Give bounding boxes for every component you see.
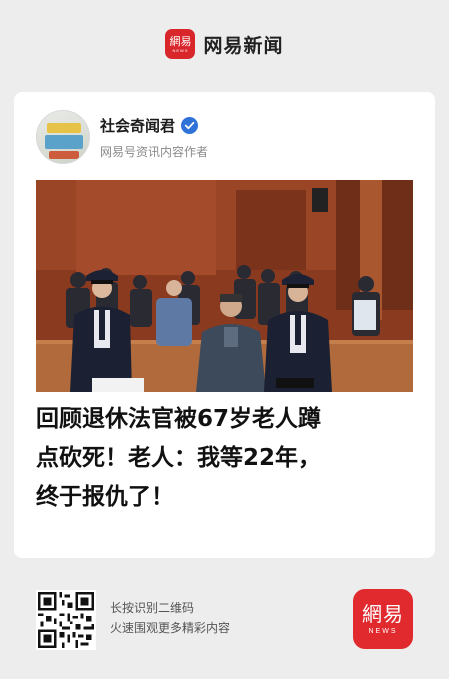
logo-sub-text: NEWS [368, 627, 398, 635]
logo-sub-text: NEWS [172, 47, 189, 53]
netease-news-logo: 網易 NEWS [165, 29, 196, 59]
author-name[interactable]: 社会奇闻君 [100, 115, 175, 136]
headline-line: 点砍死！老人：我等22年， [36, 445, 322, 471]
qr-caption-line: 长按识别二维码 [110, 601, 195, 615]
author-description: 网易号资讯内容作者 [100, 144, 209, 159]
headline-line: 终于报仇了！ [36, 484, 174, 510]
logo-text: 網易 [169, 34, 192, 48]
qr-code[interactable] [36, 590, 96, 650]
article-card[interactable]: 社会奇闻君 网易号资讯内容作者 回顾退休法官被67岁老人蹲 点砍死！老人：我等2… [14, 92, 435, 558]
logo-text: 網易 [362, 601, 404, 626]
verified-icon [181, 116, 199, 134]
qr-caption: 长按识别二维码 火速围观更多精彩内容 [110, 598, 230, 638]
app-title: 网易新闻 [203, 34, 284, 57]
article-image[interactable] [36, 180, 413, 392]
avatar[interactable] [36, 110, 90, 164]
author-meta: 社会奇闻君 网易号资讯内容作者 [100, 115, 208, 160]
brand-header: 網易 NEWS 网易新闻 [0, 24, 449, 64]
author-row[interactable]: 社会奇闻君 网易号资讯内容作者 [36, 110, 208, 164]
netease-news-app-icon[interactable]: 網易 NEWS [353, 589, 413, 649]
qr-caption-line: 火速围观更多精彩内容 [110, 621, 231, 635]
article-headline[interactable]: 回顾退休法官被67岁老人蹲 点砍死！老人：我等22年， 终于报仇了！ [36, 400, 421, 517]
headline-line: 回顾退休法官被67岁老人蹲 [36, 406, 322, 432]
